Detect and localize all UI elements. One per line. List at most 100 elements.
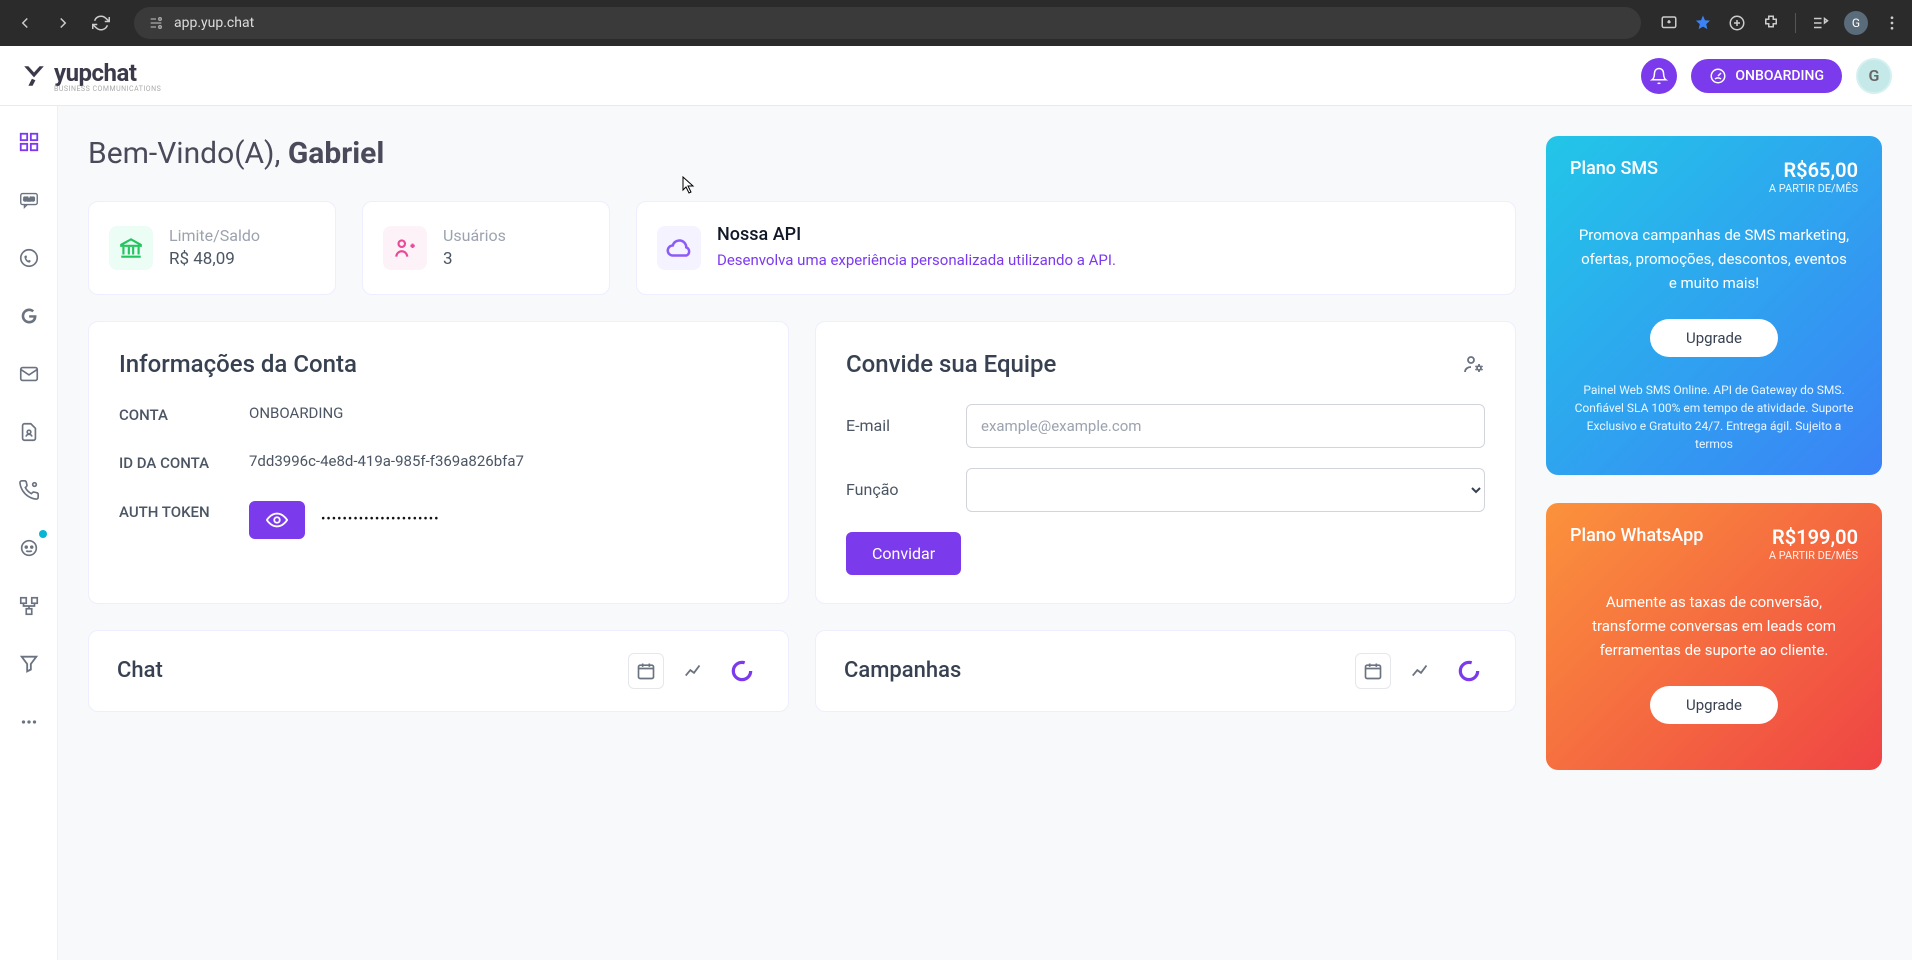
sidebar-item-flow[interactable] — [13, 590, 45, 622]
users-icon — [383, 226, 427, 270]
plan-whatsapp-card: Plano WhatsApp R$199,00 A PARTIR DE/MÊS … — [1546, 503, 1882, 770]
sidebar-item-email[interactable] — [13, 358, 45, 390]
user-avatar[interactable]: G — [1856, 58, 1892, 94]
users-value: 3 — [443, 249, 506, 269]
campaigns-chart-card: Campanhas — [815, 630, 1516, 712]
eye-icon — [266, 509, 288, 531]
sidebar-item-more[interactable] — [13, 706, 45, 738]
plan-wa-name: Plano WhatsApp — [1570, 525, 1703, 546]
sidebar-item-contacts[interactable] — [13, 416, 45, 448]
sidebar-item-filter[interactable] — [13, 648, 45, 680]
line-chart-icon — [1410, 660, 1432, 682]
sidebar-item-bot[interactable] — [13, 532, 45, 564]
campaigns-line-chart-button[interactable] — [1403, 653, 1439, 689]
plan-sms-per: A PARTIR DE/MÊS — [1769, 182, 1858, 195]
install-app-icon[interactable] — [1659, 13, 1679, 33]
calendar-icon — [1363, 661, 1383, 681]
balance-card[interactable]: Limite/Saldo R$ 48,09 — [88, 201, 336, 295]
browser-forward-button[interactable] — [48, 8, 78, 38]
account-info-card: Informações da Conta CONTA ONBOARDING ID… — [88, 321, 789, 604]
bot-icon — [18, 537, 40, 559]
bell-icon — [1650, 67, 1668, 85]
calendar-icon — [636, 661, 656, 681]
browser-reload-button[interactable] — [86, 8, 116, 38]
api-title: Nossa API — [717, 224, 1116, 245]
sidebar-item-sms[interactable]: SMS — [13, 184, 45, 216]
brand-name: yupchat — [54, 59, 161, 87]
plan-sms-upgrade-button[interactable]: Upgrade — [1650, 319, 1778, 357]
bookmark-star-icon[interactable] — [1693, 13, 1713, 33]
balance-label: Limite/Saldo — [169, 226, 260, 245]
new-tab-icon[interactable] — [1727, 13, 1747, 33]
gauge-icon — [1709, 67, 1727, 85]
app-header: yupchat BUSINESS COMMUNICATIONS ONBOARDI… — [0, 46, 1912, 106]
sidebar-item-google[interactable] — [13, 300, 45, 332]
media-control-icon[interactable] — [1810, 13, 1830, 33]
auth-token-value: •••••••••••••••••••••• — [321, 512, 440, 527]
api-card[interactable]: Nossa API Desenvolva uma experiência per… — [636, 201, 1516, 295]
chat-line-chart-button[interactable] — [676, 653, 712, 689]
chat-chart-title: Chat — [117, 658, 163, 683]
invite-title: Convide sua Equipe — [846, 350, 1056, 378]
dashboard-icon — [18, 131, 40, 153]
plan-sms-name: Plano SMS — [1570, 158, 1658, 179]
plan-wa-desc: Aumente as taxas de conversão, transform… — [1570, 590, 1858, 662]
chat-calendar-button[interactable] — [628, 653, 664, 689]
sms-icon: SMS — [18, 189, 40, 211]
account-id-label: ID DA CONTA — [119, 452, 249, 475]
plan-sms-price: R$65,00 — [1769, 158, 1858, 182]
sidebar-item-whatsapp[interactable] — [13, 242, 45, 274]
chat-donut-chart-button[interactable] — [724, 653, 760, 689]
users-label: Usuários — [443, 226, 506, 245]
users-card[interactable]: Usuários 3 — [362, 201, 610, 295]
role-select[interactable] — [966, 468, 1485, 512]
welcome-heading: Bem-Vindo(A), Gabriel — [88, 136, 1516, 171]
account-id-value: 7dd3996c-4e8d-419a-985f-f369a826bfa7 — [249, 452, 524, 470]
site-settings-icon[interactable] — [148, 15, 164, 31]
svg-text:SMS: SMS — [23, 197, 35, 203]
donut-chart-icon — [1456, 658, 1482, 684]
filter-icon — [18, 653, 40, 675]
cloud-icon — [657, 226, 701, 270]
team-settings-button[interactable] — [1461, 352, 1485, 376]
bank-icon — [109, 226, 153, 270]
account-info-title: Informações da Conta — [119, 350, 758, 378]
plan-sms-card: Plano SMS R$65,00 A PARTIR DE/MÊS Promov… — [1546, 136, 1882, 475]
flow-icon — [18, 595, 40, 617]
invite-button[interactable]: Convidar — [846, 532, 961, 575]
balance-value: R$ 48,09 — [169, 249, 260, 269]
extensions-icon[interactable] — [1761, 13, 1781, 33]
sidebar-item-dashboard[interactable] — [13, 126, 45, 158]
email-icon — [18, 363, 40, 385]
plan-wa-per: A PARTIR DE/MÊS — [1769, 549, 1858, 562]
notifications-button[interactable] — [1641, 58, 1677, 94]
account-value: ONBOARDING — [249, 404, 343, 422]
email-input[interactable] — [966, 404, 1485, 448]
browser-profile-avatar[interactable]: G — [1844, 11, 1868, 35]
account-label: CONTA — [119, 404, 249, 427]
browser-url-bar[interactable]: app.yup.chat — [134, 7, 1641, 39]
campaigns-donut-chart-button[interactable] — [1451, 653, 1487, 689]
reveal-token-button[interactable] — [249, 501, 305, 539]
plan-sms-desc: Promova campanhas de SMS marketing, ofer… — [1570, 223, 1858, 295]
donut-chart-icon — [729, 658, 755, 684]
invite-team-card: Convide sua Equipe E-mail Função Convida… — [815, 321, 1516, 604]
plan-sms-footer: Painel Web SMS Online. API de Gateway do… — [1570, 381, 1858, 453]
onboarding-label: ONBOARDING — [1735, 68, 1824, 84]
sidebar: SMS — [0, 106, 58, 960]
whatsapp-icon — [18, 247, 40, 269]
sidebar-item-calls[interactable] — [13, 474, 45, 506]
brand-logo[interactable]: yupchat BUSINESS COMMUNICATIONS — [20, 59, 161, 93]
plan-wa-price: R$199,00 — [1769, 525, 1858, 549]
onboarding-pill[interactable]: ONBOARDING — [1691, 59, 1842, 93]
google-icon — [19, 306, 39, 326]
logo-mark-icon — [20, 62, 48, 90]
more-icon — [18, 711, 40, 733]
api-description: Desenvolva uma experiência personalizada… — [717, 249, 1116, 272]
plan-wa-upgrade-button[interactable]: Upgrade — [1650, 686, 1778, 724]
browser-back-button[interactable] — [10, 8, 40, 38]
campaigns-calendar-button[interactable] — [1355, 653, 1391, 689]
browser-menu-icon[interactable] — [1882, 13, 1902, 33]
role-label: Função — [846, 480, 946, 499]
user-gear-icon — [1461, 352, 1485, 376]
